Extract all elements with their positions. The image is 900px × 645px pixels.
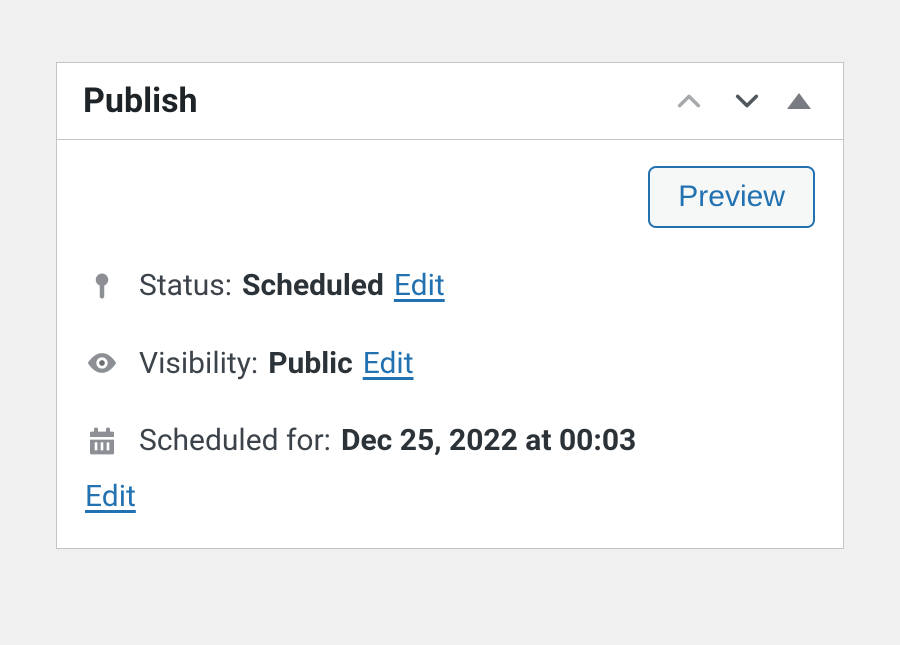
metabox-body: Preview Status: Scheduled Edit Visibilit…	[57, 140, 843, 548]
edit-status-link[interactable]: Edit	[394, 264, 445, 308]
metabox-header: Publish	[57, 63, 843, 140]
pin-icon	[85, 269, 119, 303]
status-label: Status:	[139, 264, 232, 308]
schedule-label: Scheduled for:	[139, 419, 331, 463]
visibility-value: Public	[268, 342, 353, 386]
header-controls	[671, 83, 817, 119]
status-row: Status: Scheduled Edit	[85, 264, 815, 308]
eye-icon	[85, 346, 119, 380]
schedule-row: Scheduled for: Dec 25, 2022 at 00:03 Edi…	[85, 419, 815, 518]
visibility-row: Visibility: Public Edit	[85, 342, 815, 386]
schedule-value: Dec 25, 2022 at 00:03	[341, 419, 636, 463]
publish-metabox: Publish Preview Status: Scheduled Edit	[56, 62, 844, 549]
move-up-icon[interactable]	[671, 83, 707, 119]
calendar-icon	[85, 424, 119, 458]
preview-button[interactable]: Preview	[648, 166, 815, 228]
visibility-label: Visibility:	[139, 342, 258, 386]
toggle-panel-icon[interactable]	[787, 93, 811, 109]
action-row: Preview	[85, 166, 815, 228]
edit-visibility-link[interactable]: Edit	[363, 342, 414, 386]
panel-title: Publish	[83, 81, 198, 121]
edit-schedule-link[interactable]: Edit	[85, 475, 815, 519]
move-down-icon[interactable]	[729, 83, 765, 119]
status-value: Scheduled	[242, 264, 384, 308]
